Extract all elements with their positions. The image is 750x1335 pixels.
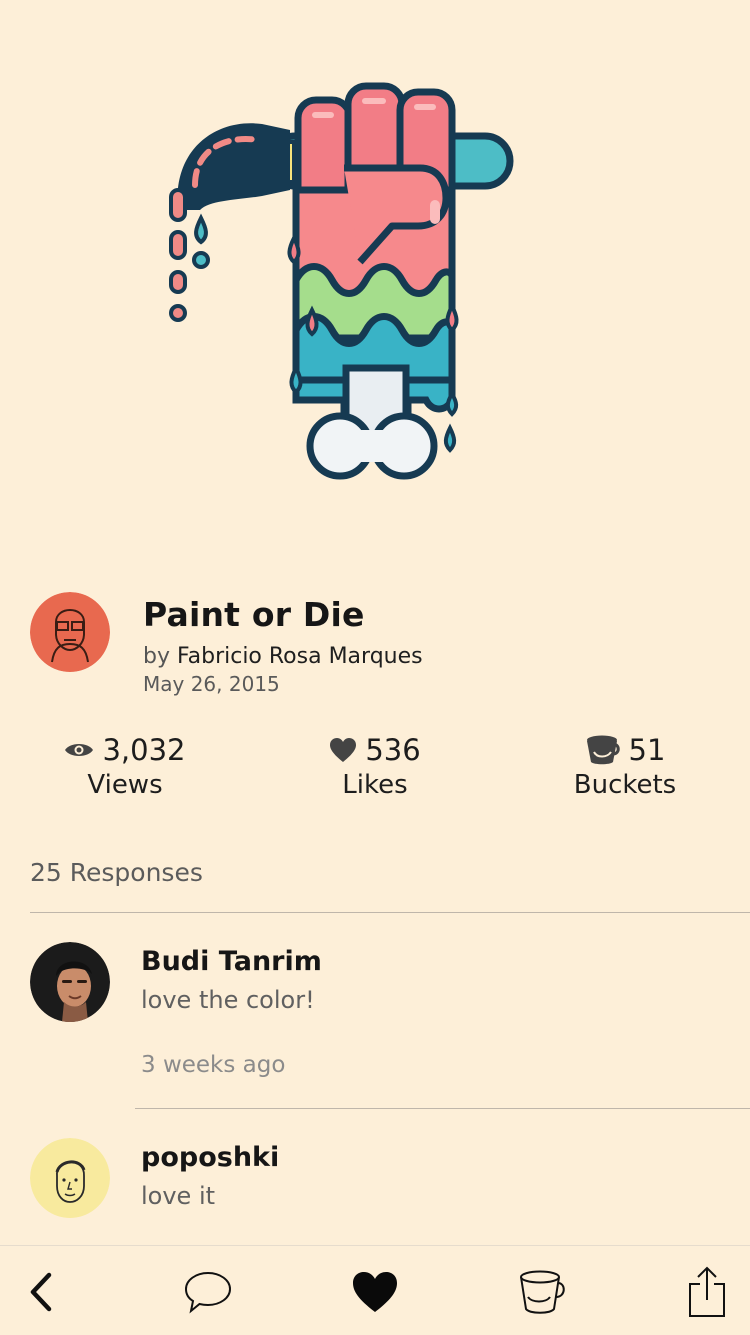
likes-count: 536 (365, 733, 421, 767)
commenter-avatar[interactable] (30, 1138, 110, 1218)
stat-buckets[interactable]: 51 Buckets (500, 730, 750, 800)
comment-button[interactable] (178, 1264, 238, 1320)
eye-icon (65, 744, 94, 756)
stat-likes[interactable]: 536 Likes (250, 730, 500, 800)
divider (135, 1108, 750, 1109)
shot-title: Paint or Die (143, 595, 365, 634)
responses-count: 25 Responses (30, 858, 203, 887)
likes-label: Likes (342, 770, 408, 800)
paint-or-die-illustration (169, 82, 514, 480)
bucket-icon (586, 735, 620, 765)
bottom-toolbar (0, 1245, 750, 1335)
heart-icon (330, 738, 357, 762)
stat-views[interactable]: 3,032 Views (0, 730, 250, 800)
share-button[interactable] (677, 1264, 737, 1320)
comment-item[interactable]: Budi Tanrim love the color! 3 weeks ago (30, 942, 750, 1092)
shot-stats: 3,032 Views 536 Likes 51 Buckets (0, 730, 750, 810)
buckets-label: Buckets (573, 770, 677, 800)
byline-prefix: by (143, 644, 170, 669)
author-name-link[interactable]: Fabricio Rosa Marques (177, 644, 423, 669)
commenter-avatar[interactable] (30, 942, 110, 1022)
commenter-name[interactable]: poposhki (141, 1142, 279, 1173)
shot-date: May 26, 2015 (143, 672, 280, 696)
views-label: Views (87, 770, 163, 800)
like-button[interactable] (345, 1264, 405, 1320)
views-count: 3,032 (102, 733, 186, 767)
commenter-name[interactable]: Budi Tanrim (141, 946, 322, 977)
comment-text: love the color! (141, 986, 315, 1014)
share-icon (689, 1266, 725, 1317)
author-avatar[interactable] (30, 592, 110, 672)
bucket-button[interactable] (511, 1264, 571, 1320)
shot-header: Paint or Die by Fabricio Rosa Marques Ma… (30, 592, 730, 702)
divider (30, 912, 750, 913)
heart-filled-icon (353, 1272, 397, 1312)
back-chevron-icon (30, 1272, 52, 1312)
shot-image[interactable] (0, 0, 750, 560)
buckets-count: 51 (628, 733, 666, 767)
bucket-icon (520, 1270, 565, 1314)
comment-text: love it (141, 1182, 216, 1210)
comment-bubble-icon (184, 1271, 232, 1314)
comment-item[interactable]: poposhki love it (30, 1138, 750, 1238)
byline: by Fabricio Rosa Marques (143, 644, 423, 669)
comment-time: 3 weeks ago (141, 1052, 286, 1078)
back-button[interactable] (12, 1264, 72, 1320)
